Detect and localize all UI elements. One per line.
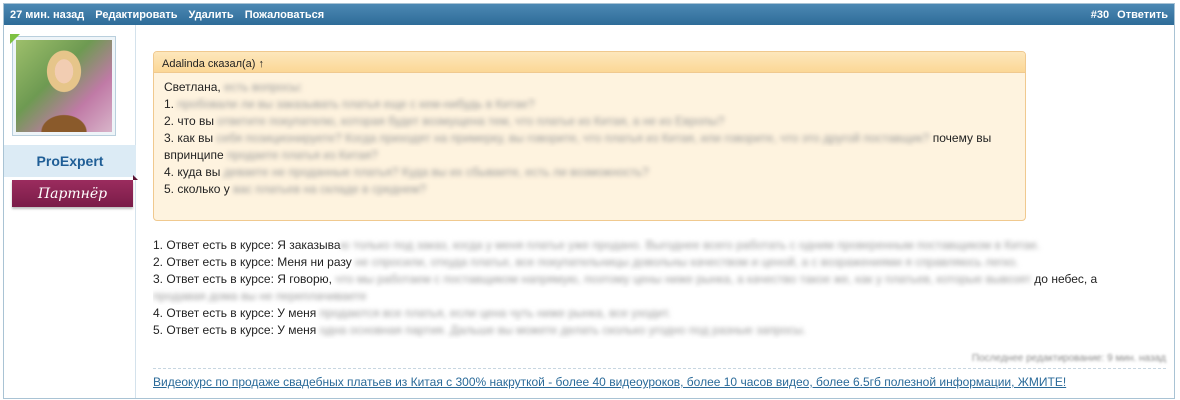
line-blurred-text: вас платьев на складе в среднем?: [233, 182, 427, 196]
answer-line: 4. Ответ есть в курсе: У меня продаются …: [153, 305, 1163, 322]
line-blurred-text: продаете платья из Китая?: [226, 148, 378, 162]
answer-line: 2. Ответ есть в курсе: Меня ни разу не с…: [153, 254, 1163, 271]
report-link[interactable]: Пожаловаться: [245, 9, 325, 21]
answer-line: 1. Ответ есть в курсе: Я заказываю тольк…: [153, 237, 1163, 254]
line-visible-text: 4. куда вы: [164, 165, 224, 179]
line-visible-text: 1.: [164, 97, 178, 111]
quote-line: 5. сколько у вас платьев на складе в сре…: [164, 181, 1015, 198]
answer-line: 5. Ответ есть в курсе: У меня одна основ…: [153, 322, 1163, 339]
quote-line: впринципе продаете платья из Китая?: [164, 147, 1015, 164]
line-blurred-text: есть вопросы:: [224, 80, 303, 94]
edited-note: Последнее редактирование: 9 мин. назад: [971, 353, 1166, 364]
avatar[interactable]: [10, 34, 116, 136]
line-visible-text: 5. Ответ есть в курсе: У меня: [153, 323, 320, 337]
line-tail-text: почему вы: [929, 131, 992, 145]
quote-line: 4. куда вы деваете не проданные платья? …: [164, 164, 1015, 181]
quote-block: Adalinda сказал(а) ↑ Светлана, есть вопр…: [153, 51, 1026, 221]
line-visible-text: 3. Ответ есть в курсе: Я говорю,: [153, 272, 336, 286]
quote-line: 2. что вы ответите покупателю, которая б…: [164, 113, 1015, 130]
post-toolbar: 27 мин. назад Редактировать Удалить Пожа…: [4, 4, 1174, 25]
edit-link[interactable]: Редактировать: [95, 9, 177, 21]
line-blurred-text: себя позиционируете? Когда приходят на п…: [216, 131, 930, 145]
author-sidebar: ProExpert Партнёр: [4, 25, 138, 398]
line-visible-text: 2. что вы: [164, 114, 218, 128]
quote-line: 3. как вы себя позиционируете? Когда при…: [164, 130, 1015, 147]
line-visible-text: Светлана,: [164, 80, 225, 94]
quote-header: Adalinda сказал(а) ↑: [154, 52, 1025, 73]
line-visible-text: 4. Ответ есть в курсе: У меня: [153, 306, 320, 320]
line-visible-text: 3. как вы: [164, 131, 217, 145]
rank-badge: Партнёр: [12, 175, 138, 207]
quote-body: Светлана, есть вопросы: 1. пробовали ли в…: [154, 73, 1025, 204]
line-blurred-text: продавая дома вы не переплачиваете: [153, 289, 367, 303]
forum-post: 27 мин. назад Редактировать Удалить Пожа…: [3, 3, 1175, 399]
line-blurred-text: пробовали ли вы заказывать платья еще с …: [177, 97, 535, 111]
toolbar-right: #30 Ответить: [1083, 9, 1168, 21]
line-visible-text: 2. Ответ есть в курсе: Меня ни разу: [153, 255, 356, 269]
reply-link[interactable]: Ответить: [1117, 9, 1168, 21]
username-box: ProExpert: [4, 145, 136, 177]
line-visible-text: 5. сколько у: [164, 182, 234, 196]
post-number-link[interactable]: #30: [1091, 9, 1109, 21]
quote-line: Светлана, есть вопросы:: [164, 79, 1015, 96]
signature-divider: [153, 368, 1166, 369]
post-content: Adalinda сказал(а) ↑ Светлана, есть вопр…: [153, 25, 1166, 398]
delete-link[interactable]: Удалить: [189, 9, 234, 21]
answers-list: 1. Ответ есть в курсе: Я заказываю тольк…: [153, 237, 1163, 339]
line-blurred-text: ответите покупателю, которая будет возму…: [217, 114, 725, 128]
line-blurred-text: что мы работаем с поставщиком напрямую, …: [335, 272, 1031, 286]
quote-line: 1. пробовали ли вы заказывать платья еще…: [164, 96, 1015, 113]
answer-line: продавая дома вы не переплачиваете: [153, 288, 1163, 305]
signature-link[interactable]: Видеокурс по продаже свадебных платьев и…: [153, 374, 1066, 391]
line-blurred-text: продаются все платья, если цена чуть ниж…: [319, 306, 671, 320]
line-blurred-text: одна основная партия. Дальше вы можете д…: [319, 323, 807, 337]
line-visible-text: впринципе: [164, 148, 227, 162]
rank-label: Партнёр: [37, 185, 108, 202]
avatar-image: [16, 40, 112, 132]
line-tail-text: до небес, а: [1030, 272, 1098, 286]
author-username[interactable]: ProExpert: [37, 153, 104, 169]
online-indicator-icon: [10, 34, 20, 44]
post-time: 27 мин. назад: [10, 8, 85, 21]
answer-line: 3. Ответ есть в курсе: Я говорю, что мы …: [153, 271, 1163, 288]
line-blurred-text: ю только под заказ, когда у меня платье …: [340, 238, 1041, 252]
line-blurred-text: не спросили, откуда платье, все покупате…: [355, 255, 1019, 269]
line-blurred-text: деваете не проданные платья? Куда вы их …: [223, 165, 649, 179]
line-visible-text: 1. Ответ есть в курсе: Я заказыва: [153, 238, 341, 252]
